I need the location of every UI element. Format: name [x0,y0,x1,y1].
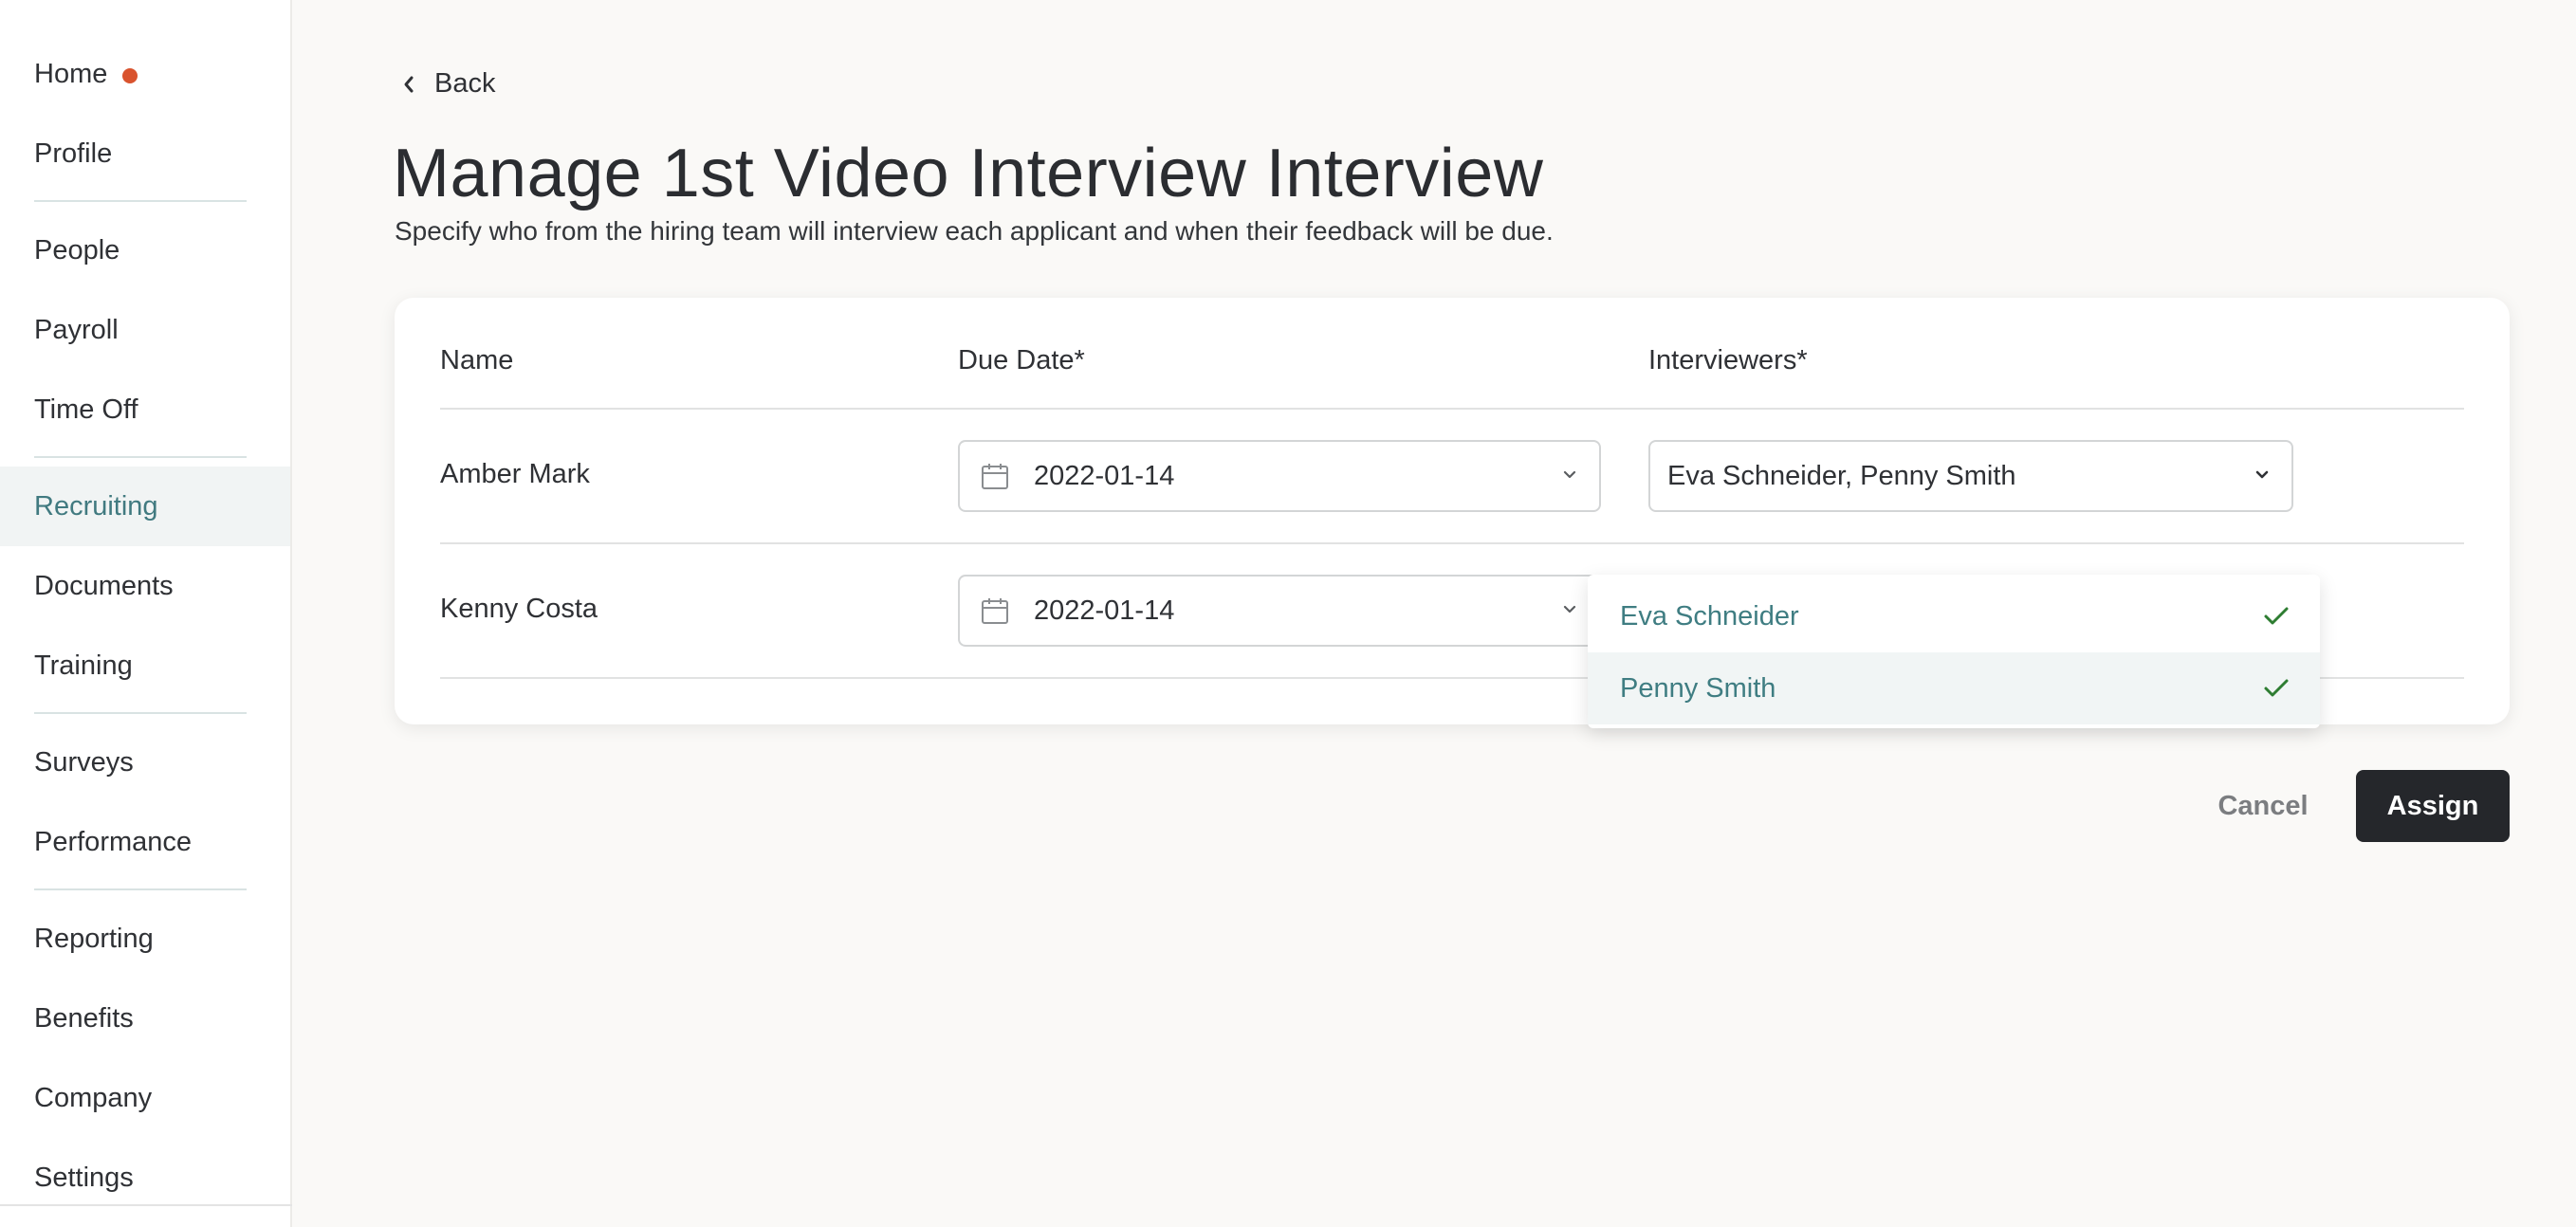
option-label: Eva Schneider [1620,600,1799,632]
due-date-value: 2022-01-14 [1034,595,1175,626]
sidebar-item-benefits[interactable]: Benefits [0,979,290,1058]
column-header-due-date: Due Date* [958,345,1085,375]
sidebar-item-people[interactable]: People [0,211,290,290]
back-label: Back [434,68,496,99]
due-date-select[interactable]: 2022-01-14 [958,440,1601,512]
sidebar-item-surveys[interactable]: Surveys [0,723,290,802]
sidebar-item-company[interactable]: Company [0,1058,290,1138]
app: Home Profile People Payroll Time Off Rec… [0,0,2576,1227]
sidebar-item-label: Performance [34,826,193,857]
dropdown-option-penny-smith[interactable]: Penny Smith [1588,652,2320,724]
row-divider [440,542,2464,544]
sidebar-item-label: People [34,234,120,266]
interviewers-select[interactable]: Eva Schneider, Penny Smith [1648,440,2293,512]
nav-divider [34,888,247,890]
nav-divider [34,200,247,202]
applicant-name: Kenny Costa [440,594,598,624]
sidebar-item-payroll[interactable]: Payroll [0,290,290,370]
chevron-left-icon [404,76,414,92]
interviewers-value: Eva Schneider, Penny Smith [1667,460,2016,491]
sidebar-item-reporting[interactable]: Reporting [0,899,290,979]
sidebar-item-label: Home [34,58,108,89]
checkmark-icon [2264,607,2289,625]
sidebar-item-profile[interactable]: Profile [0,114,290,193]
sidebar-item-label: Recruiting [34,490,158,522]
column-header-name: Name [440,345,514,375]
interviewers-dropdown: Eva Schneider Penny Smith [1588,575,2320,728]
sidebar-item-label: Time Off [34,394,138,425]
sidebar-divider [0,1204,292,1206]
sidebar-item-label: Surveys [34,746,134,778]
chevron-down-icon [1563,470,1576,479]
sidebar-item-label: Profile [34,137,113,169]
nav-divider [34,712,247,714]
dropdown-option-eva-schneider[interactable]: Eva Schneider [1588,580,2320,652]
chevron-down-icon [1563,605,1576,614]
calendar-icon [982,464,1008,489]
sidebar-item-documents[interactable]: Documents [0,546,290,626]
notification-dot [122,68,138,83]
sidebar-item-label: Company [34,1082,153,1113]
option-label: Penny Smith [1620,672,1776,704]
sidebar-item-home[interactable]: Home [0,34,290,114]
sidebar-item-training[interactable]: Training [0,626,290,705]
header-divider [440,408,2464,410]
applicant-name: Amber Mark [440,459,590,489]
sidebar-item-label: Training [34,650,133,681]
cancel-button[interactable]: Cancel [2195,770,2331,842]
sidebar-item-recruiting[interactable]: Recruiting [0,467,290,546]
sidebar-item-label: Documents [34,570,174,601]
page-subtitle: Specify who from the hiring team will in… [395,216,1554,246]
sidebar-item-label: Reporting [34,923,154,954]
sidebar-item-time-off[interactable]: Time Off [0,370,290,449]
due-date-select[interactable]: 2022-01-14 [958,575,1601,647]
sidebar: Home Profile People Payroll Time Off Rec… [0,0,292,1227]
sidebar-item-performance[interactable]: Performance [0,802,290,882]
sidebar-item-label: Settings [34,1162,134,1193]
checkmark-icon [2264,679,2289,697]
page-title: Manage 1st Video Interview Interview [393,136,1544,211]
assign-button[interactable]: Assign [2356,770,2510,842]
sidebar-item-label: Payroll [34,314,119,345]
column-header-interviewers: Interviewers* [1648,345,1808,375]
calendar-icon [982,598,1008,624]
due-date-value: 2022-01-14 [1034,460,1175,491]
sidebar-item-label: Benefits [34,1002,134,1034]
chevron-down-icon [2255,470,2269,479]
back-link[interactable]: Back [400,68,495,100]
nav-divider [34,456,247,458]
